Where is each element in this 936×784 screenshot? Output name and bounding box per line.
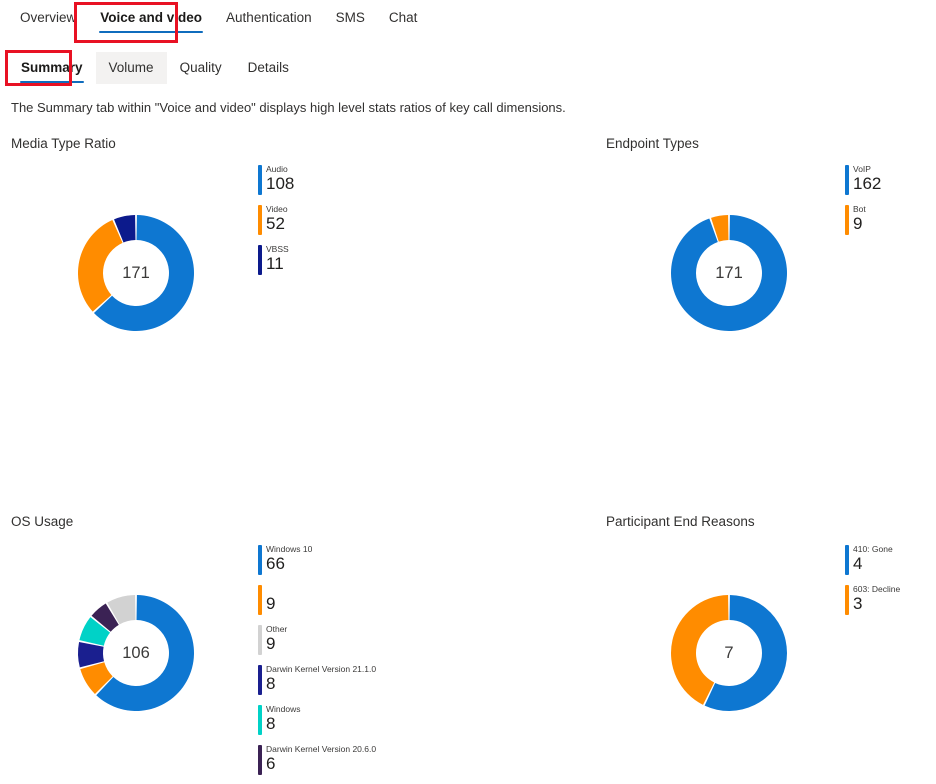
legend-label-unlabeled: [266, 584, 423, 594]
legend-label-603-decline: 603: Decline: [853, 584, 901, 594]
legend-swatch-video: [258, 205, 262, 235]
legend-value-darwin-20-6-0: 6: [266, 754, 276, 773]
tab-overview-label: Overview: [20, 10, 77, 25]
legend-item[interactable]: 9: [258, 584, 423, 615]
legend-value-audio: 108: [266, 174, 295, 193]
page-description: The Summary tab within "Voice and video"…: [11, 100, 566, 115]
donut-slice[interactable]: [671, 215, 787, 331]
subtab-details-label: Details: [247, 60, 289, 75]
donut-svg-participant-end-reasons: [671, 595, 787, 711]
tab-authentication-label: Authentication: [226, 10, 312, 25]
subtab-summary-label: Summary: [21, 60, 83, 75]
legend-swatch-vbss: [258, 245, 262, 275]
legend-label-bot: Bot: [853, 204, 866, 214]
donut-slice[interactable]: [77, 220, 123, 312]
legend-swatch-windows: [258, 705, 262, 735]
legend-swatch-410-gone: [845, 545, 849, 575]
subtab-quality-label: Quality: [179, 60, 222, 75]
donut-svg-os-usage: [78, 595, 194, 711]
legend-item[interactable]: Audio 108: [258, 164, 423, 195]
legend-label-darwin-20-6-0: Darwin Kernel Version 20.6.0: [266, 744, 377, 754]
legend-value-bot: 9: [853, 214, 863, 233]
legend-swatch-darwin-20-6-0: [258, 745, 262, 775]
tab-chat[interactable]: Chat: [377, 0, 430, 36]
tab-voice-and-video[interactable]: Voice and video: [88, 0, 214, 36]
legend-swatch-audio: [258, 165, 262, 195]
legend-label-darwin-21-1-0: Darwin Kernel Version 21.1.0: [266, 664, 377, 674]
subtab-volume[interactable]: Volume: [95, 52, 167, 84]
legend-value-603-decline: 3: [853, 594, 863, 613]
tab-chat-label: Chat: [388, 10, 418, 25]
tab-sms[interactable]: SMS: [324, 0, 377, 36]
legend-swatch-bot: [845, 205, 849, 235]
legend-label-windows: Windows: [266, 704, 301, 714]
secondary-tab-bar: Summary Volume Quality Details: [0, 52, 302, 86]
legend-value-unlabeled: 9: [266, 594, 276, 613]
legend-value-darwin-21-1-0: 8: [266, 674, 276, 693]
legend-item[interactable]: 410: Gone 4: [845, 544, 936, 575]
donut-chart-os-usage[interactable]: 106: [75, 592, 197, 714]
legend-label-audio: Audio: [266, 164, 288, 174]
legend-value-voip: 162: [853, 174, 882, 193]
subtab-details[interactable]: Details: [235, 52, 302, 84]
legend-item[interactable]: Other 9: [258, 624, 423, 655]
legend-label-vbss: VBSS: [266, 244, 289, 254]
legend-value-410-gone: 4: [853, 554, 863, 573]
tab-overview[interactable]: Overview: [8, 0, 88, 36]
chart-panel-participant-end-reasons: Participant End Reasons 7 410: Gone 4 60…: [595, 510, 936, 760]
legend-item[interactable]: Darwin Kernel Version 20.6.0 6: [258, 744, 423, 775]
legend-label-voip: VoIP: [853, 164, 871, 174]
donut-svg-endpoint-types: [671, 215, 787, 331]
legend-os-usage: Windows 10 66 9 Other 9 Darwin Kernel Ve…: [258, 544, 423, 784]
legend-media-type-ratio: Audio 108 Video 52 VBSS 11: [258, 164, 423, 284]
chart-panel-endpoint-types: Endpoint Types 171 VoIP 162 Bot 9: [595, 132, 936, 382]
legend-item[interactable]: VoIP 162: [845, 164, 936, 195]
legend-value-other: 9: [266, 634, 276, 653]
subtab-summary[interactable]: Summary: [8, 52, 96, 84]
legend-item[interactable]: 603: Decline 3: [845, 584, 936, 615]
legend-swatch-windows-10: [258, 545, 262, 575]
legend-swatch-darwin-21-1-0: [258, 665, 262, 695]
chart-title-os-usage: OS Usage: [11, 514, 74, 529]
legend-value-windows: 8: [266, 714, 276, 733]
legend-swatch-voip: [845, 165, 849, 195]
legend-item[interactable]: Windows 8: [258, 704, 423, 735]
primary-tab-bar: Overview Voice and video Authentication …: [0, 0, 429, 42]
chart-title-endpoint-types: Endpoint Types: [606, 136, 699, 151]
legend-value-windows-10: 66: [266, 554, 285, 573]
donut-chart-endpoint-types[interactable]: 171: [668, 212, 790, 334]
chart-title-media-type-ratio: Media Type Ratio: [11, 136, 116, 151]
chart-panel-media-type-ratio: Media Type Ratio 171 Audio 108 Video 52 …: [0, 132, 420, 382]
donut-chart-media-type-ratio[interactable]: 171: [75, 212, 197, 334]
legend-item[interactable]: Video 52: [258, 204, 423, 235]
legend-item[interactable]: Windows 10 66: [258, 544, 423, 575]
legend-item[interactable]: Darwin Kernel Version 21.1.0 8: [258, 664, 423, 695]
legend-label-410-gone: 410: Gone: [853, 544, 893, 554]
legend-item[interactable]: Bot 9: [845, 204, 936, 235]
legend-label-windows-10: Windows 10: [266, 544, 313, 554]
legend-label-video: Video: [266, 204, 288, 214]
tab-voice-and-video-label: Voice and video: [100, 10, 203, 25]
subtab-selected-underline: [20, 80, 84, 83]
legend-swatch-unlabeled: [258, 585, 262, 615]
legend-value-vbss: 11: [266, 254, 284, 273]
tab-selected-underline: [99, 30, 204, 33]
donut-chart-participant-end-reasons[interactable]: 7: [668, 592, 790, 714]
legend-label-other: Other: [266, 624, 288, 634]
legend-participant-end-reasons: 410: Gone 4 603: Decline 3: [845, 544, 936, 624]
legend-endpoint-types: VoIP 162 Bot 9: [845, 164, 936, 244]
legend-swatch-603-decline: [845, 585, 849, 615]
chart-panel-os-usage: OS Usage 106 Windows 10 66 9 Other 9 Dar…: [0, 510, 420, 775]
tab-authentication[interactable]: Authentication: [214, 0, 324, 36]
tab-sms-label: SMS: [335, 10, 365, 25]
subtab-volume-label: Volume: [108, 60, 154, 75]
legend-swatch-other: [258, 625, 262, 655]
chart-title-participant-end-reasons: Participant End Reasons: [606, 514, 755, 529]
legend-value-video: 52: [266, 214, 285, 233]
donut-svg-media-type-ratio: [77, 215, 194, 331]
legend-item[interactable]: VBSS 11: [258, 244, 423, 275]
subtab-quality[interactable]: Quality: [167, 52, 235, 84]
